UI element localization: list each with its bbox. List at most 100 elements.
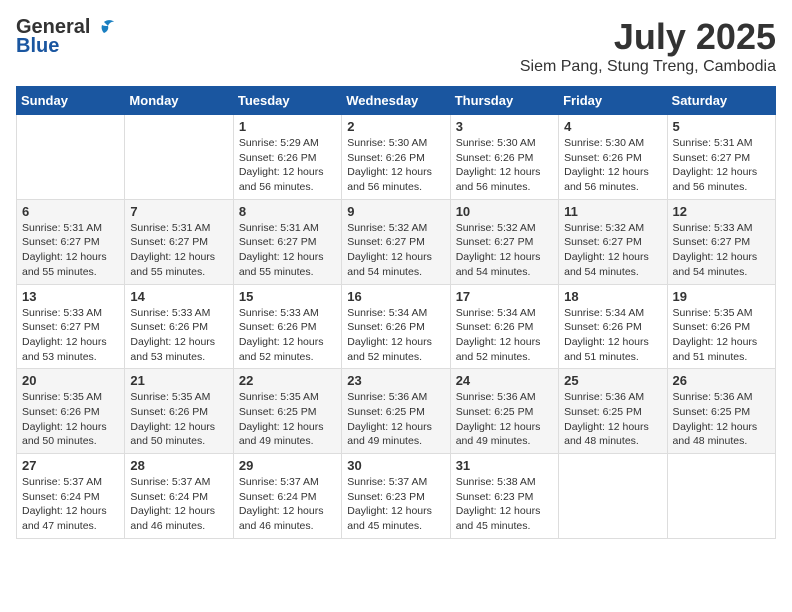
- day-number: 1: [239, 119, 336, 134]
- day-info: Sunrise: 5:35 AM Sunset: 6:26 PM Dayligh…: [22, 390, 119, 449]
- page-header: General Blue July 2025 Siem Pang, Stung …: [16, 16, 776, 76]
- calendar-week-row: 27 Sunrise: 5:37 AM Sunset: 6:24 PM Dayli…: [17, 454, 776, 539]
- calendar-cell: 8 Sunrise: 5:31 AM Sunset: 6:27 PM Daylig…: [233, 199, 341, 284]
- day-info: Sunrise: 5:30 AM Sunset: 6:26 PM Dayligh…: [564, 136, 661, 195]
- day-number: 7: [130, 204, 227, 219]
- day-info: Sunrise: 5:37 AM Sunset: 6:24 PM Dayligh…: [22, 475, 119, 534]
- day-info: Sunrise: 5:37 AM Sunset: 6:24 PM Dayligh…: [130, 475, 227, 534]
- title-block: July 2025 Siem Pang, Stung Treng, Cambod…: [520, 16, 776, 76]
- calendar-week-row: 20 Sunrise: 5:35 AM Sunset: 6:26 PM Dayli…: [17, 369, 776, 454]
- calendar-cell: 2 Sunrise: 5:30 AM Sunset: 6:26 PM Daylig…: [342, 115, 450, 200]
- day-number: 13: [22, 289, 119, 304]
- calendar-cell: 19 Sunrise: 5:35 AM Sunset: 6:26 PM Dayli…: [667, 284, 775, 369]
- day-number: 17: [456, 289, 553, 304]
- day-info: Sunrise: 5:29 AM Sunset: 6:26 PM Dayligh…: [239, 136, 336, 195]
- logo-blue-text: Blue: [16, 35, 59, 58]
- day-number: 30: [347, 458, 444, 473]
- day-info: Sunrise: 5:35 AM Sunset: 6:26 PM Dayligh…: [673, 306, 770, 365]
- page-title: July 2025: [520, 16, 776, 58]
- calendar-cell: 20 Sunrise: 5:35 AM Sunset: 6:26 PM Dayli…: [17, 369, 125, 454]
- calendar-cell: 18 Sunrise: 5:34 AM Sunset: 6:26 PM Dayli…: [559, 284, 667, 369]
- day-number: 9: [347, 204, 444, 219]
- day-number: 23: [347, 373, 444, 388]
- day-info: Sunrise: 5:31 AM Sunset: 6:27 PM Dayligh…: [22, 221, 119, 280]
- day-info: Sunrise: 5:30 AM Sunset: 6:26 PM Dayligh…: [347, 136, 444, 195]
- day-number: 20: [22, 373, 119, 388]
- calendar-cell: [125, 115, 233, 200]
- weekday-header-tuesday: Tuesday: [233, 87, 341, 115]
- weekday-header-wednesday: Wednesday: [342, 87, 450, 115]
- day-number: 28: [130, 458, 227, 473]
- calendar-table: SundayMondayTuesdayWednesdayThursdayFrid…: [16, 86, 776, 539]
- calendar-cell: 5Sunrise: 5:31 AM Sunset: 6:27 PM Daylig…: [667, 115, 775, 200]
- day-number: 16: [347, 289, 444, 304]
- day-info: Sunrise: 5:31 AM Sunset: 6:27 PM Dayligh…: [239, 221, 336, 280]
- calendar-cell: 13 Sunrise: 5:33 AM Sunset: 6:27 PM Dayli…: [17, 284, 125, 369]
- day-info: Sunrise: 5:34 AM Sunset: 6:26 PM Dayligh…: [564, 306, 661, 365]
- calendar-cell: 16 Sunrise: 5:34 AM Sunset: 6:26 PM Dayli…: [342, 284, 450, 369]
- weekday-header-thursday: Thursday: [450, 87, 558, 115]
- day-info: Sunrise: 5:36 AM Sunset: 6:25 PM Dayligh…: [456, 390, 553, 449]
- day-info: Sunrise: 5:38 AM Sunset: 6:23 PM Dayligh…: [456, 475, 553, 534]
- calendar-cell: 15 Sunrise: 5:33 AM Sunset: 6:26 PM Dayli…: [233, 284, 341, 369]
- weekday-header-friday: Friday: [559, 87, 667, 115]
- calendar-cell: 17Sunrise: 5:34 AM Sunset: 6:26 PM Dayli…: [450, 284, 558, 369]
- logo: General Blue: [16, 16, 116, 58]
- day-number: 8: [239, 204, 336, 219]
- calendar-week-row: 13 Sunrise: 5:33 AM Sunset: 6:27 PM Dayli…: [17, 284, 776, 369]
- day-info: Sunrise: 5:31 AM Sunset: 6:27 PM Dayligh…: [673, 136, 770, 195]
- day-number: 21: [130, 373, 227, 388]
- day-info: Sunrise: 5:33 AM Sunset: 6:27 PM Dayligh…: [673, 221, 770, 280]
- calendar-cell: 22 Sunrise: 5:35 AM Sunset: 6:25 PM Dayli…: [233, 369, 341, 454]
- day-info: Sunrise: 5:36 AM Sunset: 6:25 PM Dayligh…: [673, 390, 770, 449]
- day-info: Sunrise: 5:37 AM Sunset: 6:23 PM Dayligh…: [347, 475, 444, 534]
- calendar-cell: 30 Sunrise: 5:37 AM Sunset: 6:23 PM Dayli…: [342, 454, 450, 539]
- day-info: Sunrise: 5:32 AM Sunset: 6:27 PM Dayligh…: [347, 221, 444, 280]
- day-number: 18: [564, 289, 661, 304]
- calendar-header-row: SundayMondayTuesdayWednesdayThursdayFrid…: [17, 87, 776, 115]
- calendar-cell: 23 Sunrise: 5:36 AM Sunset: 6:25 PM Dayli…: [342, 369, 450, 454]
- logo-bird-icon: [92, 18, 116, 38]
- weekday-header-monday: Monday: [125, 87, 233, 115]
- day-info: Sunrise: 5:34 AM Sunset: 6:26 PM Dayligh…: [347, 306, 444, 365]
- day-number: 11: [564, 204, 661, 219]
- calendar-cell: 11 Sunrise: 5:32 AM Sunset: 6:27 PM Dayli…: [559, 199, 667, 284]
- weekday-header-sunday: Sunday: [17, 87, 125, 115]
- calendar-cell: 7 Sunrise: 5:31 AM Sunset: 6:27 PM Daylig…: [125, 199, 233, 284]
- day-number: 15: [239, 289, 336, 304]
- day-number: 12: [673, 204, 770, 219]
- day-info: Sunrise: 5:33 AM Sunset: 6:26 PM Dayligh…: [130, 306, 227, 365]
- calendar-cell: 1 Sunrise: 5:29 AM Sunset: 6:26 PM Daylig…: [233, 115, 341, 200]
- calendar-cell: 26Sunrise: 5:36 AM Sunset: 6:25 PM Dayli…: [667, 369, 775, 454]
- day-number: 31: [456, 458, 553, 473]
- calendar-cell: 14Sunrise: 5:33 AM Sunset: 6:26 PM Dayli…: [125, 284, 233, 369]
- calendar-cell: 9 Sunrise: 5:32 AM Sunset: 6:27 PM Daylig…: [342, 199, 450, 284]
- calendar-cell: 29 Sunrise: 5:37 AM Sunset: 6:24 PM Dayli…: [233, 454, 341, 539]
- calendar-cell: 28 Sunrise: 5:37 AM Sunset: 6:24 PM Dayli…: [125, 454, 233, 539]
- day-info: Sunrise: 5:37 AM Sunset: 6:24 PM Dayligh…: [239, 475, 336, 534]
- calendar-cell: 25 Sunrise: 5:36 AM Sunset: 6:25 PM Dayli…: [559, 369, 667, 454]
- day-number: 19: [673, 289, 770, 304]
- calendar-cell: 12 Sunrise: 5:33 AM Sunset: 6:27 PM Dayli…: [667, 199, 775, 284]
- day-number: 4: [564, 119, 661, 134]
- day-info: Sunrise: 5:36 AM Sunset: 6:25 PM Dayligh…: [564, 390, 661, 449]
- day-info: Sunrise: 5:33 AM Sunset: 6:26 PM Dayligh…: [239, 306, 336, 365]
- day-number: 22: [239, 373, 336, 388]
- day-info: Sunrise: 5:36 AM Sunset: 6:25 PM Dayligh…: [347, 390, 444, 449]
- day-info: Sunrise: 5:35 AM Sunset: 6:25 PM Dayligh…: [239, 390, 336, 449]
- day-number: 25: [564, 373, 661, 388]
- day-info: Sunrise: 5:32 AM Sunset: 6:27 PM Dayligh…: [564, 221, 661, 280]
- day-number: 29: [239, 458, 336, 473]
- day-info: Sunrise: 5:33 AM Sunset: 6:27 PM Dayligh…: [22, 306, 119, 365]
- day-info: Sunrise: 5:30 AM Sunset: 6:26 PM Dayligh…: [456, 136, 553, 195]
- day-number: 10: [456, 204, 553, 219]
- calendar-cell: 10 Sunrise: 5:32 AM Sunset: 6:27 PM Dayli…: [450, 199, 558, 284]
- calendar-cell: 3Sunrise: 5:30 AM Sunset: 6:26 PM Daylig…: [450, 115, 558, 200]
- day-info: Sunrise: 5:31 AM Sunset: 6:27 PM Dayligh…: [130, 221, 227, 280]
- calendar-cell: [559, 454, 667, 539]
- day-number: 27: [22, 458, 119, 473]
- day-info: Sunrise: 5:32 AM Sunset: 6:27 PM Dayligh…: [456, 221, 553, 280]
- day-number: 2: [347, 119, 444, 134]
- calendar-cell: [17, 115, 125, 200]
- calendar-week-row: 6Sunrise: 5:31 AM Sunset: 6:27 PM Daylig…: [17, 199, 776, 284]
